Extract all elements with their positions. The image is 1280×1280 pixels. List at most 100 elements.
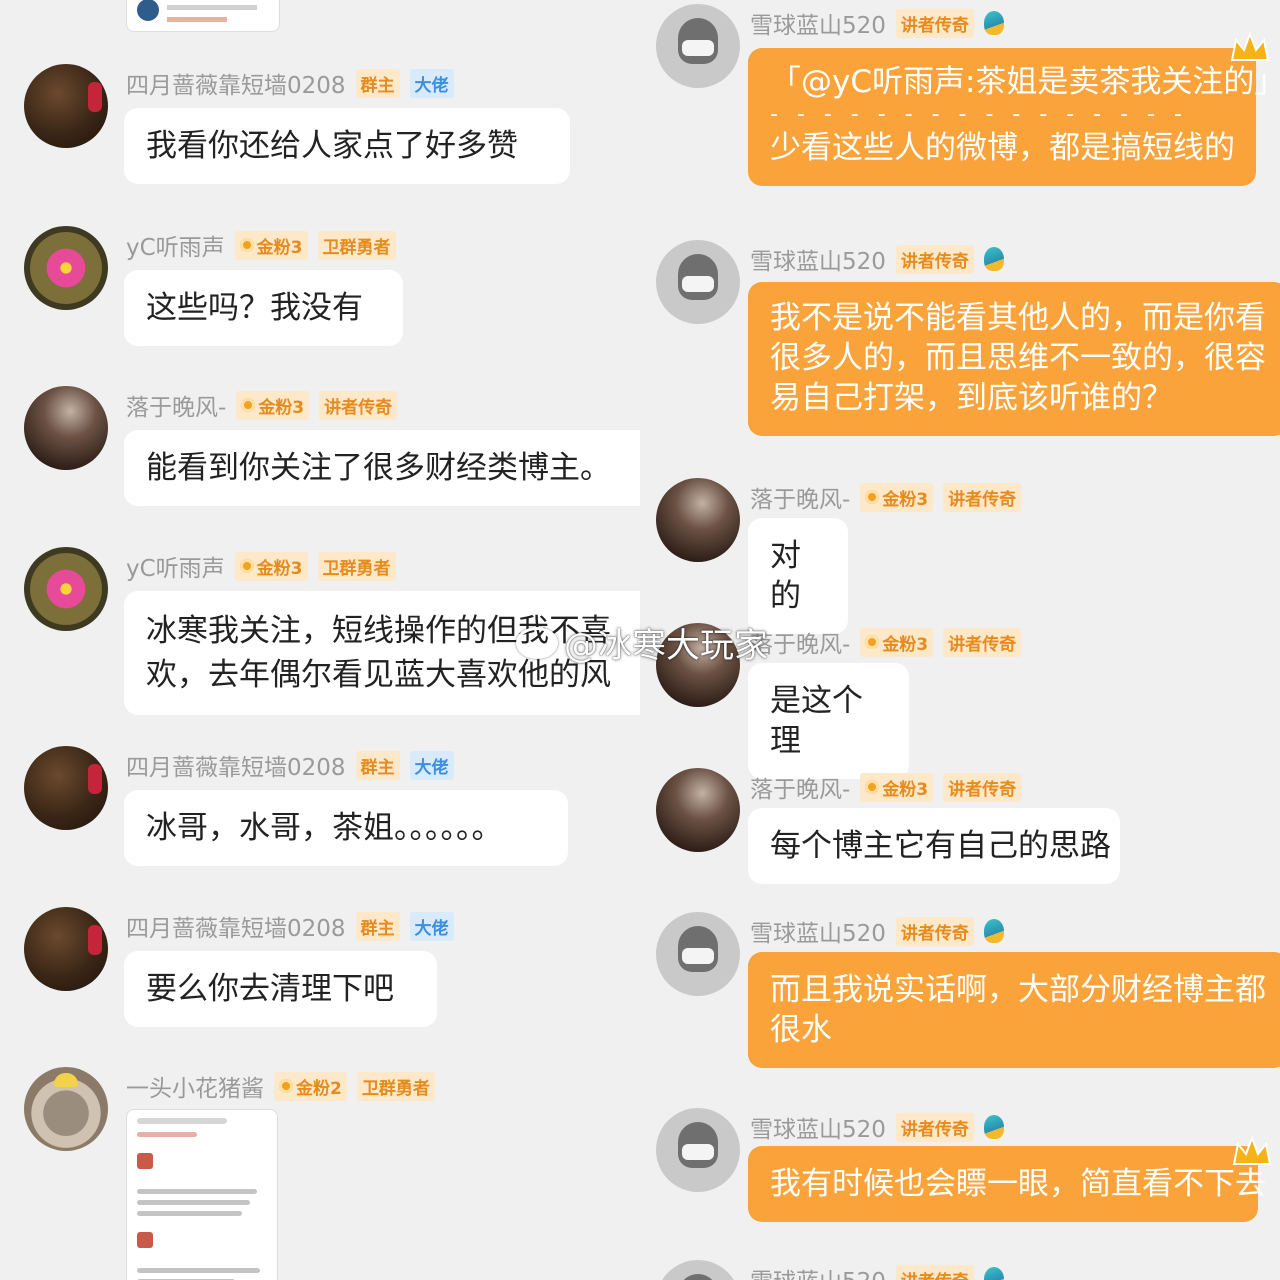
legend-badge: 讲者传奇 xyxy=(895,916,974,946)
username[interactable]: 雪球蓝山520 xyxy=(750,6,886,40)
message-header: yC听雨声 金粉3 卫群勇者 xyxy=(126,228,396,262)
username[interactable]: 落于晚风- xyxy=(750,480,850,514)
message-text: 对的 xyxy=(770,538,801,614)
user-avatar[interactable] xyxy=(24,1067,108,1151)
username[interactable]: 雪球蓝山520 xyxy=(750,1110,886,1144)
username[interactable]: 雪球蓝山520 xyxy=(750,242,886,276)
image-message-thumbnail[interactable] xyxy=(126,0,280,32)
owner-badge: 群主 xyxy=(355,911,400,941)
thumbnail-line xyxy=(167,5,257,10)
legend-badge: 讲者传奇 xyxy=(943,772,1022,802)
legend-badge: 讲者传奇 xyxy=(895,1264,974,1280)
username[interactable]: 雪球蓝山520 xyxy=(750,914,886,948)
message-bubble[interactable]: 我有时候也会瞟一眼，简直看不下去 xyxy=(748,1146,1266,1222)
thumbnail-avatar xyxy=(137,0,159,21)
username[interactable]: 落于晚风- xyxy=(750,770,850,804)
username[interactable]: 四月蔷薇靠短墙0208 xyxy=(126,748,346,782)
user-avatar[interactable] xyxy=(656,912,740,996)
message-bubble[interactable]: 能看到你关注了很多财经类博主。 xyxy=(124,430,640,506)
thumbnail-line xyxy=(137,1211,242,1216)
message-text: 要么你去清理下吧 xyxy=(146,971,394,1007)
crown-icon xyxy=(1230,31,1270,61)
message-text-line: 而且我说实话啊，大部分财经博主都 xyxy=(770,972,1266,1008)
user-avatar[interactable] xyxy=(24,746,108,830)
user-avatar[interactable] xyxy=(656,768,740,852)
user-avatar[interactable] xyxy=(656,240,740,324)
thumbnail-line xyxy=(137,1268,260,1273)
guard-badge: 卫群勇者 xyxy=(317,230,396,260)
user-avatar[interactable] xyxy=(24,907,108,991)
gold-fan-badge: 金粉3 xyxy=(860,772,934,802)
message-header: 雪球蓝山520 讲者传奇 xyxy=(750,242,1004,276)
user-avatar[interactable] xyxy=(24,386,108,470)
user-avatar[interactable] xyxy=(656,478,740,562)
message-bubble[interactable]: 而且我说实话啊，大部分财经博主都 很水 xyxy=(748,952,1280,1068)
message-bubble[interactable]: 我不是说不能看其他人的，而是你看 很多人的，而且思维不一致的，很容 易自己打架，… xyxy=(748,282,1280,436)
message-text: 少看这些人的微博，都是搞短线的 xyxy=(770,130,1235,166)
message-bubble[interactable]: 对的 xyxy=(748,518,848,634)
message-text: 这些吗？我没有 xyxy=(146,290,363,326)
username[interactable]: 落于晚风- xyxy=(126,388,226,422)
gold-fan-badge: 金粉2 xyxy=(274,1071,347,1101)
username[interactable]: 一头小花猪酱 xyxy=(126,1069,264,1103)
message-bubble[interactable]: 要么你去清理下吧 xyxy=(124,951,437,1027)
thumbnail-line xyxy=(137,1189,257,1194)
crown-icon xyxy=(1232,1135,1272,1165)
boss-badge: 大佬 xyxy=(409,750,454,780)
username[interactable]: 雪球蓝山520 xyxy=(750,1262,886,1280)
bird-icon xyxy=(983,11,1004,35)
legend-badge: 讲者传奇 xyxy=(895,8,974,38)
message-header: 落于晚风- 金粉3 讲者传奇 xyxy=(750,770,1022,804)
user-avatar[interactable] xyxy=(656,4,740,88)
guard-badge: 卫群勇者 xyxy=(317,551,396,581)
user-avatar[interactable] xyxy=(24,547,108,631)
username[interactable]: yC听雨声 xyxy=(126,228,225,262)
username[interactable]: yC听雨声 xyxy=(126,549,225,583)
quoted-message: 「@yC听雨声:茶姐是卖茶我关注的」 xyxy=(770,64,1280,100)
fan-gem-icon xyxy=(865,490,880,504)
user-avatar[interactable] xyxy=(24,64,108,148)
gold-fan-badge: 金粉3 xyxy=(860,627,934,657)
image-message-thumbnail[interactable] xyxy=(126,1109,278,1280)
legend-badge: 讲者传奇 xyxy=(943,627,1022,657)
message-text-line: 我不是说不能看其他人的，而是你看 xyxy=(770,300,1266,336)
legend-badge: 讲者传奇 xyxy=(895,244,974,274)
message-text: 我有时候也会瞟一眼，简直看不下去 xyxy=(770,1166,1266,1202)
owner-badge: 群主 xyxy=(355,750,400,780)
message-bubble[interactable]: 「@yC听雨声:茶姐是卖茶我关注的」 - - - - - - - - - - -… xyxy=(748,48,1280,186)
boss-badge: 大佬 xyxy=(409,911,454,941)
message-header: 四月蔷薇靠短墙0208 群主 大佬 xyxy=(126,909,454,943)
gold-fan-badge: 金粉3 xyxy=(236,390,310,420)
user-avatar[interactable] xyxy=(656,1108,740,1192)
message-header: 四月蔷薇靠短墙0208 群主 大佬 xyxy=(126,66,454,100)
message-header: 一头小花猪酱 金粉2 卫群勇者 xyxy=(126,1069,435,1103)
message-bubble[interactable]: 我看你还给人家点了好多赞 xyxy=(124,108,570,184)
message-header: 落于晚风- 金粉3 讲者传奇 xyxy=(126,388,398,422)
gold-fan-badge: 金粉3 xyxy=(234,551,308,581)
thumbnail-avatar xyxy=(137,1153,153,1169)
thumbnail-line xyxy=(137,1132,197,1137)
message-header: 雪球蓝山520 讲者传奇 xyxy=(750,914,1004,948)
user-avatar[interactable] xyxy=(24,226,108,310)
message-bubble[interactable]: 冰哥，水哥，茶姐。。。。。。 xyxy=(124,790,568,866)
fan-gem-icon xyxy=(239,238,254,252)
message-bubble[interactable]: 是这个理 xyxy=(748,663,909,779)
message-bubble[interactable]: 每个博主它有自己的思路 xyxy=(748,808,1120,884)
username[interactable]: 四月蔷薇靠短墙0208 xyxy=(126,66,346,100)
bird-icon xyxy=(983,919,1004,943)
quote-divider: - - - - - - - - - - - - - - - - xyxy=(770,102,1188,127)
thumbnail-line xyxy=(167,17,227,22)
thumbnail-avatar xyxy=(137,1232,153,1248)
message-bubble[interactable]: 这些吗？我没有 xyxy=(124,270,403,346)
message-header: 雪球蓝山520 讲者传奇 xyxy=(750,6,1004,40)
user-avatar[interactable] xyxy=(656,1260,740,1280)
owner-badge: 群主 xyxy=(355,68,400,98)
legend-badge: 讲者传奇 xyxy=(895,1112,974,1142)
guard-badge: 卫群勇者 xyxy=(356,1071,435,1101)
boss-badge: 大佬 xyxy=(409,68,454,98)
fan-gem-icon xyxy=(865,635,880,649)
message-text: 冰哥，水哥，茶姐。。。。。。 xyxy=(146,810,503,846)
username[interactable]: 四月蔷薇靠短墙0208 xyxy=(126,909,346,943)
message-text: 每个博主它有自己的思路 xyxy=(770,828,1111,864)
message-text-line: 很水 xyxy=(770,1012,832,1048)
